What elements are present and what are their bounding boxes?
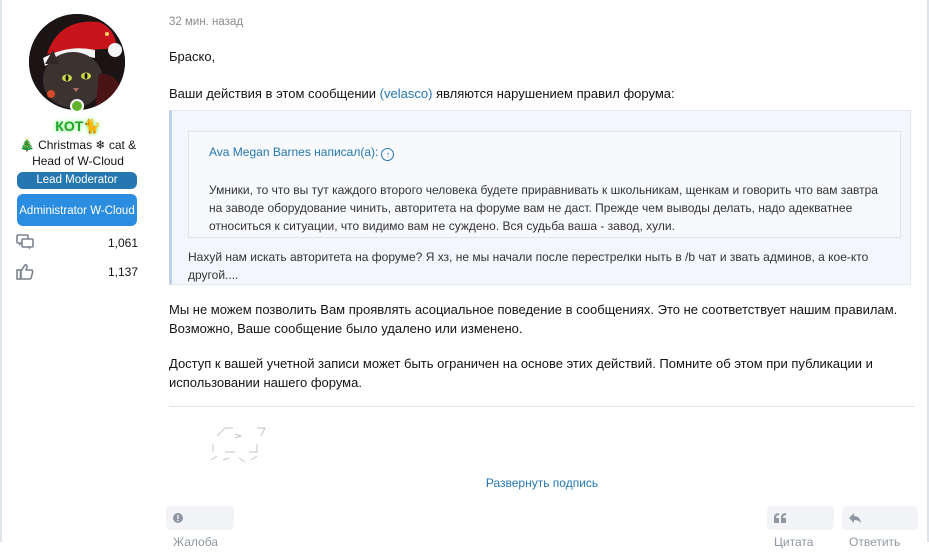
quote-icon	[774, 506, 786, 530]
greeting-paragraph: Браско,	[169, 49, 216, 64]
lead-moderator-banner: Lead Moderator	[17, 172, 137, 189]
warning-paragraph: Доступ к вашей учетной записи может быть…	[169, 356, 873, 390]
quote-author-link[interactable]: Ava Megan Barnes написал(а): ↑	[209, 145, 395, 161]
report-label: Жалоба	[173, 535, 218, 549]
messages-icon	[16, 234, 34, 253]
online-status-dot	[70, 99, 84, 113]
reply-arrow-icon	[849, 506, 861, 530]
messages-stat[interactable]: 1,061	[16, 234, 138, 252]
nested-quote-text: Умники, то что вы тут каждого второго че…	[209, 183, 878, 233]
quote-author-name: Ava Megan Barnes написал(а):	[209, 145, 379, 159]
violation-paragraph: Ваши действия в этом сообщении (velasco)…	[169, 84, 914, 103]
quote-text: Нахуй нам искать авторитета на форуме? Я…	[188, 250, 869, 282]
administrator-banner: Administrator W-Cloud	[17, 194, 137, 226]
quote-button[interactable]: Цитата	[767, 506, 834, 549]
reply-label: Ответить	[849, 535, 901, 549]
expand-signature-link[interactable]: Развернуть подпись	[169, 476, 915, 490]
quote-label: Цитата	[774, 535, 814, 549]
nested-quote-block: Ava Megan Barnes написал(а): ↑ Умники, то…	[188, 131, 901, 238]
reactions-stat[interactable]: 1,137	[16, 263, 138, 281]
user-title: 🎄 Christmas ❄ cat & Head of W-Cloud	[19, 138, 137, 168]
reactions-count: 1,137	[107, 265, 138, 279]
thumbs-up-icon	[16, 263, 34, 283]
violation-text-after: являются нарушением правил форума:	[432, 86, 675, 101]
avatar[interactable]	[29, 14, 125, 110]
alert-circle-icon	[173, 506, 183, 530]
post-timestamp[interactable]: 32 мин. назад	[169, 16, 243, 28]
signature-ascii-art	[205, 422, 275, 470]
policy-paragraph: Мы не можем позволить Вам проявлять асоц…	[169, 302, 898, 336]
arrow-up-circle-icon[interactable]: ↑	[381, 148, 395, 161]
signature-divider	[169, 406, 915, 407]
reply-button[interactable]: Ответить	[842, 506, 918, 549]
report-button[interactable]: Жалоба	[166, 506, 234, 549]
outer-quote-block: Ava Megan Barnes написал(а): ↑ Умники, то…	[169, 110, 911, 285]
violation-text-before: Ваши действия в этом сообщении	[169, 86, 380, 101]
username[interactable]: КОТ🐈	[12, 118, 144, 135]
left-border	[0, 0, 2, 542]
username-link[interactable]: (velasco)	[380, 86, 433, 101]
messages-count: 1,061	[107, 236, 138, 250]
